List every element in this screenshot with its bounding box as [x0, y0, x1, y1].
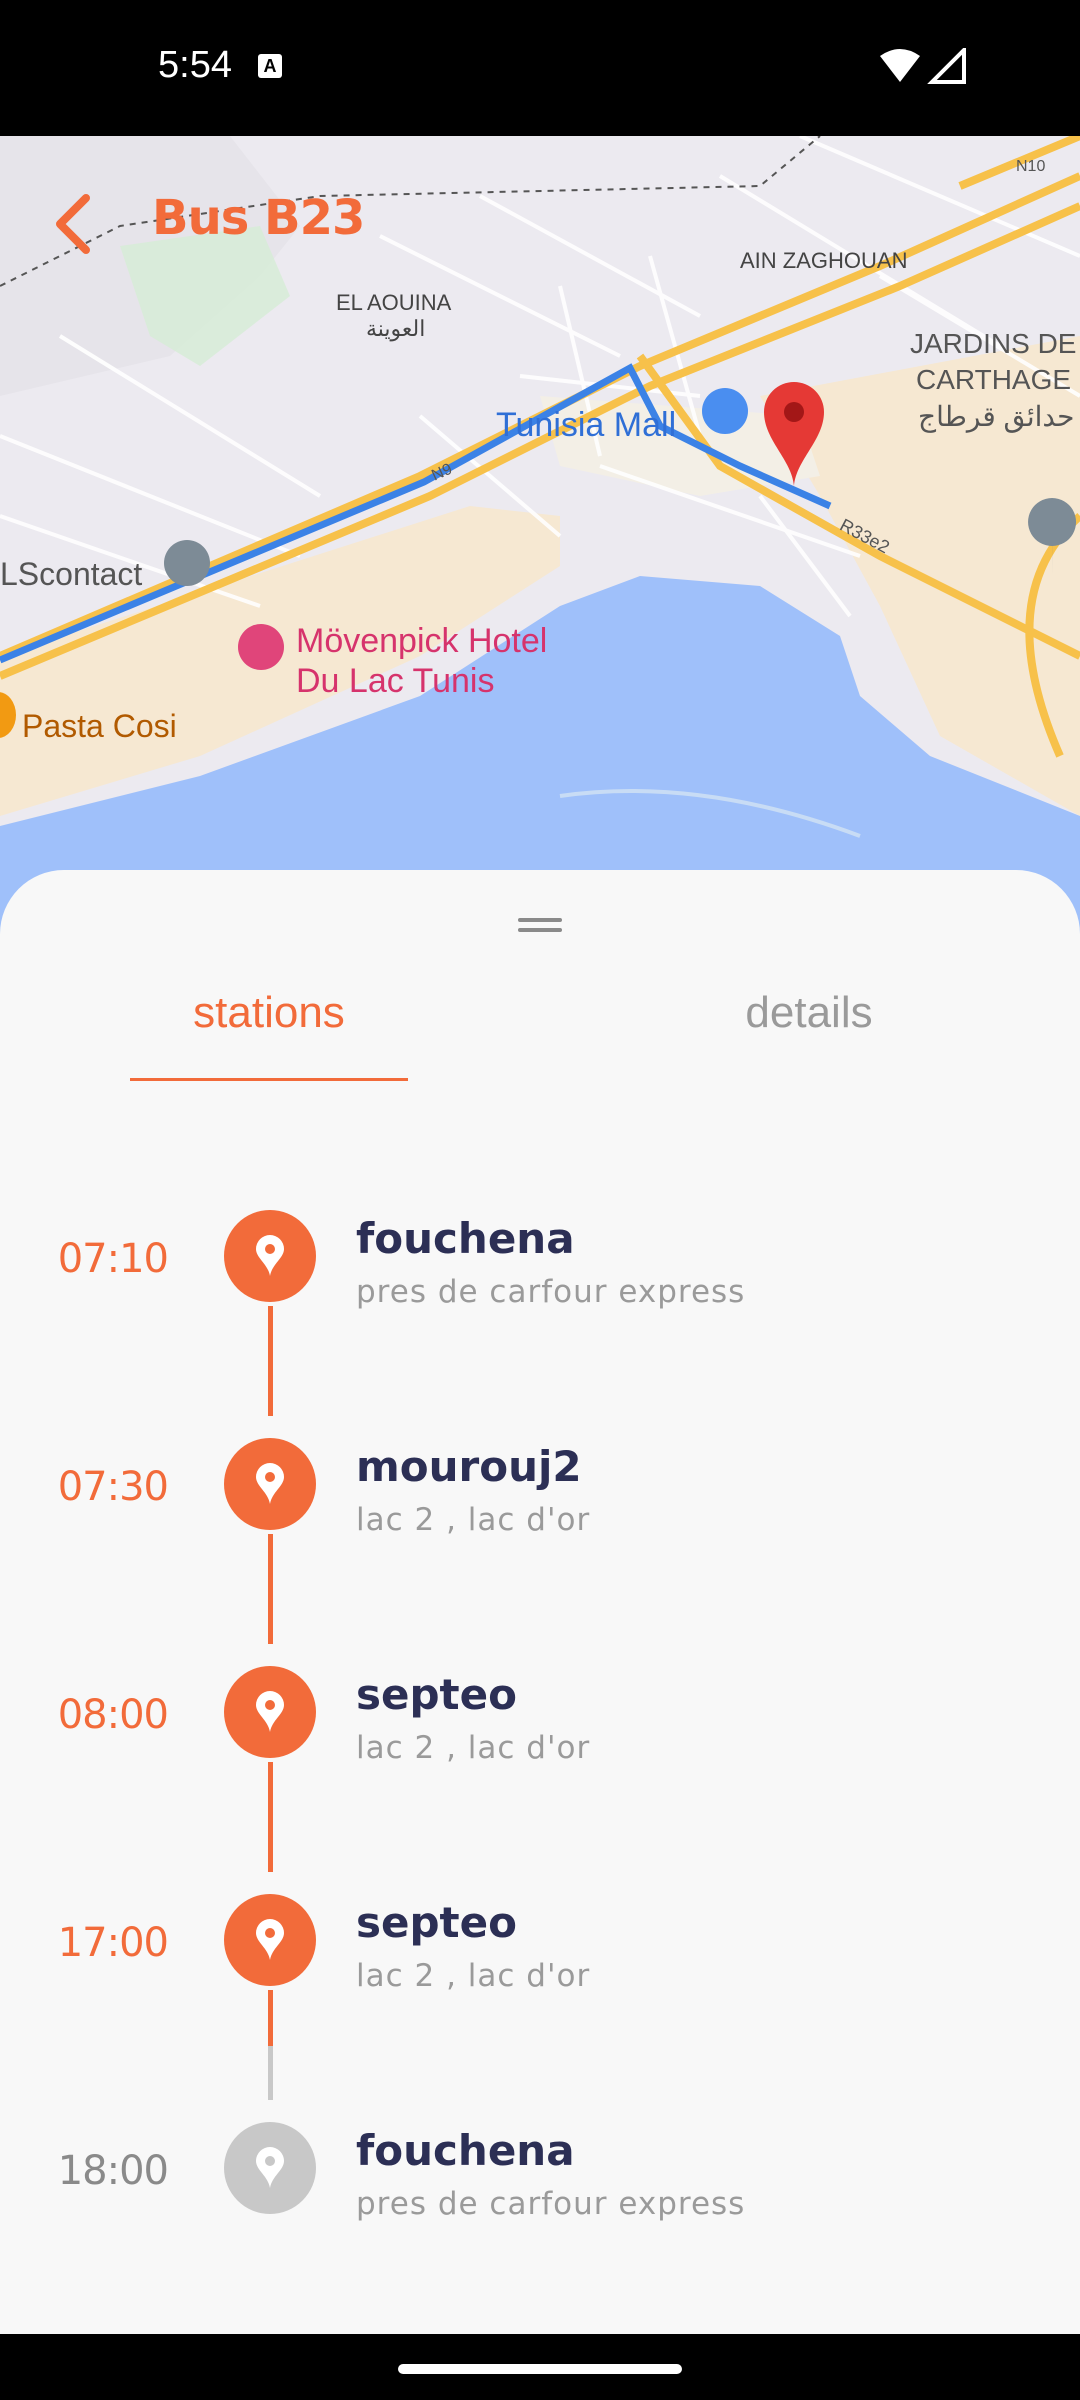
shopping-bag-icon[interactable]: [702, 388, 748, 434]
station-name: fouchena: [356, 2126, 575, 2175]
station-time: 17:00: [57, 1920, 169, 1966]
map-pin-icon: [224, 1438, 316, 1530]
map-view[interactable]: EL AOUINA العوينة AIN ZAGHOUAN JARDINS D…: [0, 136, 1080, 956]
station-description: lac 2 , lac d'or: [356, 1958, 591, 1994]
map-canvas: [0, 136, 1080, 956]
station-time: 18:00: [57, 2148, 169, 2194]
cell-signal-icon: [927, 48, 966, 84]
station-time: 07:30: [57, 1464, 169, 1510]
map-pin-icon: [224, 1210, 316, 1302]
map-label-pasta-cosi[interactable]: Pasta Cosi: [22, 708, 177, 745]
timeline-connector: [268, 2046, 273, 2100]
map-label[interactable]: LScontact: [0, 556, 142, 593]
hotel-icon[interactable]: [238, 624, 284, 670]
station-item[interactable]: 17:00 septeo lac 2 , lac d'or: [0, 1894, 1080, 2014]
station-description: lac 2 , lac d'or: [356, 1730, 591, 1766]
station-name: fouchena: [356, 1214, 575, 1263]
map-label: العوينة: [366, 316, 426, 341]
station-description: lac 2 , lac d'or: [356, 1502, 591, 1538]
station-description: pres de carfour express: [356, 1274, 746, 1310]
station-time: 07:10: [57, 1236, 169, 1282]
bottom-sheet: stations details 07:10 fouchena pres de …: [0, 870, 1080, 2334]
map-pin-icon: [224, 2122, 316, 2214]
map-pin-icon: [224, 1894, 316, 1986]
map-label: CARTHAGE: [916, 364, 1072, 395]
map-label: JARDINS DE: [910, 328, 1077, 359]
station-description: pres de carfour express: [356, 2186, 746, 2222]
tab-stations[interactable]: stations: [130, 988, 408, 1038]
page-title: Bus B23: [152, 190, 365, 246]
map-label: EL AOUINA: [336, 290, 452, 315]
map-pin-icon: [224, 1666, 316, 1758]
tab-details[interactable]: details: [672, 988, 946, 1038]
map-label-movenpick[interactable]: Mövenpick Hotel: [296, 622, 547, 661]
station-item[interactable]: 07:10 fouchena pres de carfour express: [0, 1210, 1080, 1330]
map-label: حدائق قرطاج: [918, 401, 1075, 432]
station-item[interactable]: 08:00 septeo lac 2 , lac d'or: [0, 1666, 1080, 1786]
station-time: 08:00: [57, 1692, 169, 1738]
road-label: N10: [1016, 158, 1046, 175]
drag-handle[interactable]: [518, 918, 562, 936]
map-label-tunisia-mall[interactable]: Tunisia Mall: [496, 406, 676, 445]
station-name: mourouj2: [356, 1442, 582, 1491]
notification-icon: A: [258, 54, 282, 78]
wifi-icon: [880, 49, 920, 82]
map-label: AIN ZAGHOUAN: [740, 248, 908, 273]
station-name: septeo: [356, 1898, 517, 1947]
map-label-movenpick[interactable]: Du Lac Tunis: [296, 662, 494, 701]
system-nav-bar: [0, 2334, 1080, 2400]
location-pin-icon[interactable]: [762, 380, 826, 488]
back-chevron-icon[interactable]: [50, 192, 94, 256]
home-gesture-handle[interactable]: [398, 2364, 682, 2374]
tab-active-indicator: [130, 1078, 408, 1081]
station-item[interactable]: 07:30 mourouj2 lac 2 , lac d'or: [0, 1438, 1080, 1558]
status-bar: 5:54 A: [0, 0, 1080, 136]
station-item[interactable]: 18:00 fouchena pres de carfour express: [0, 2122, 1080, 2242]
signal-icons: [880, 48, 966, 84]
station-name: septeo: [356, 1670, 517, 1719]
status-time: 5:54: [158, 44, 232, 86]
museum-icon[interactable]: [164, 540, 210, 586]
